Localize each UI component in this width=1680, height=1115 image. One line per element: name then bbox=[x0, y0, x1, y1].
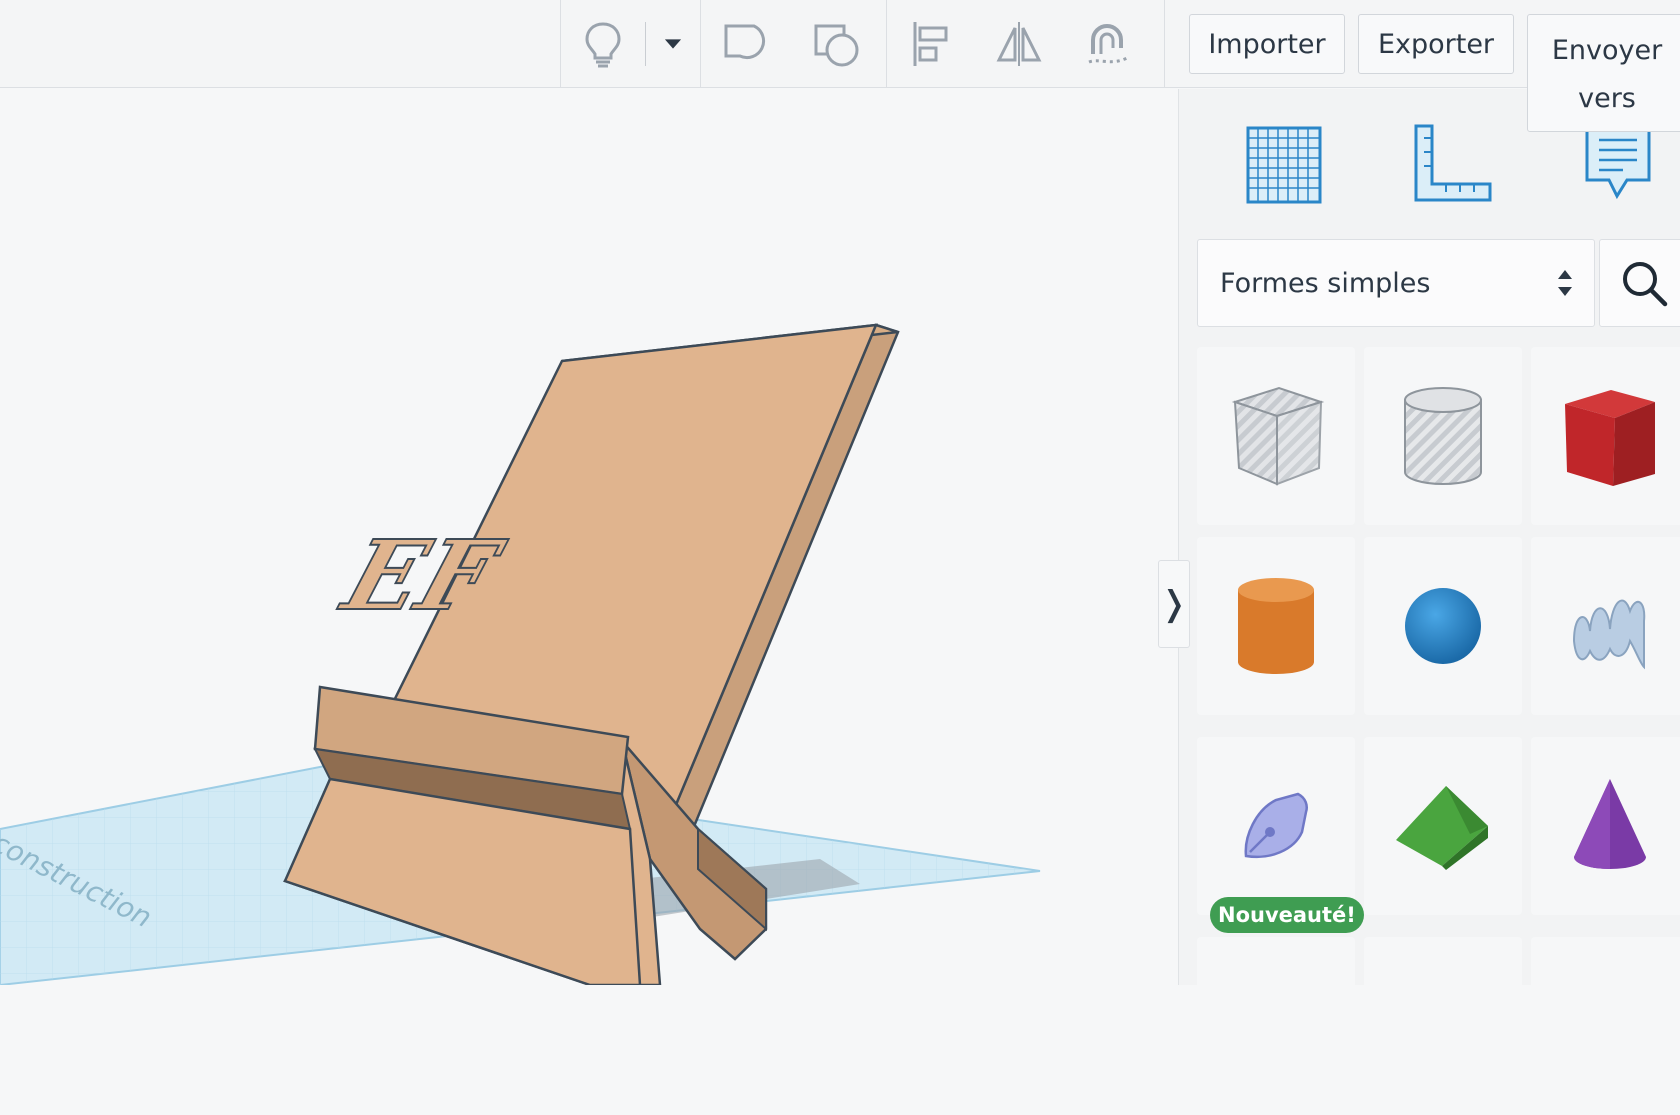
shape-tile-roof[interactable] bbox=[1364, 737, 1522, 915]
shape-tile-box-hole[interactable] bbox=[1197, 347, 1355, 525]
scribble-icon bbox=[1572, 599, 1646, 670]
mirror-button[interactable] bbox=[975, 0, 1063, 88]
shape-category-select[interactable]: Formes simples bbox=[1197, 239, 1595, 327]
magnet-icon bbox=[1088, 24, 1128, 64]
align-icon bbox=[913, 22, 948, 66]
lightbulb-icon bbox=[585, 22, 621, 68]
shape-tile-cylinder-hole[interactable] bbox=[1364, 347, 1522, 525]
notes-icon bbox=[1585, 124, 1651, 200]
shape-tile-cone[interactable] bbox=[1531, 737, 1680, 915]
sphere-icon bbox=[1405, 588, 1481, 664]
hint-dropdown-button[interactable] bbox=[646, 0, 700, 88]
workplane-viewport[interactable]: construction EF bbox=[0, 89, 1178, 985]
cylinder-hole-icon bbox=[1404, 387, 1482, 485]
tool-group-hint bbox=[560, 0, 700, 88]
group-button[interactable] bbox=[701, 0, 791, 88]
import-button[interactable]: Importer bbox=[1189, 14, 1345, 74]
dropdown-chevron-icon bbox=[664, 39, 682, 49]
hint-button[interactable] bbox=[561, 0, 645, 88]
sketch-pen-icon bbox=[1244, 792, 1308, 859]
workplane-grid-button[interactable] bbox=[1229, 114, 1339, 214]
ungroup-icon bbox=[814, 24, 859, 67]
shape-tile-partial-2[interactable] bbox=[1364, 937, 1522, 1115]
shape-tile-partial-3[interactable] bbox=[1531, 937, 1680, 1115]
tool-group-transform bbox=[886, 0, 1151, 88]
shape-category-value: Formes simples bbox=[1220, 267, 1431, 299]
scene-canvas[interactable]: construction EF bbox=[0, 89, 1178, 985]
toolbar-divider bbox=[1164, 0, 1165, 88]
shape-tile-cylinder[interactable] bbox=[1197, 537, 1355, 715]
mirror-icon bbox=[996, 22, 1042, 66]
shapes-panel: Formes simples Nouveauté! bbox=[1178, 89, 1680, 1115]
ungroup-button[interactable] bbox=[791, 0, 881, 88]
export-button[interactable]: Exporter bbox=[1358, 14, 1514, 74]
roof-icon bbox=[1396, 786, 1488, 870]
box-hole-icon bbox=[1231, 386, 1325, 486]
shape-search-button[interactable] bbox=[1599, 239, 1680, 327]
panel-collapse-button[interactable]: ❭ bbox=[1158, 560, 1190, 648]
select-arrows-icon bbox=[1558, 270, 1572, 296]
shape-tile-box[interactable] bbox=[1531, 347, 1680, 525]
snap-button[interactable] bbox=[1063, 0, 1151, 88]
group-icon bbox=[724, 24, 766, 60]
shape-tile-scribble[interactable] bbox=[1531, 537, 1680, 715]
send-to-button[interactable]: Envoyer vers bbox=[1527, 14, 1680, 132]
tool-group-grouping bbox=[700, 0, 881, 88]
box-icon bbox=[1565, 390, 1655, 486]
cone-icon bbox=[1574, 779, 1646, 869]
shape-tile-sphere[interactable] bbox=[1364, 537, 1522, 715]
new-badge: Nouveauté! bbox=[1210, 897, 1364, 933]
ruler-button[interactable] bbox=[1397, 114, 1507, 214]
send-to-label-line2: vers bbox=[1578, 83, 1636, 114]
top-toolbar: Importer Exporter bbox=[0, 0, 1680, 88]
align-button[interactable] bbox=[887, 0, 975, 88]
grid-icon bbox=[1246, 126, 1322, 204]
shape-tile-sketch-pen[interactable]: Nouveauté! bbox=[1197, 737, 1364, 933]
ruler-icon bbox=[1414, 124, 1492, 202]
search-icon bbox=[1623, 262, 1668, 307]
shape-tile-partial-1[interactable] bbox=[1197, 937, 1355, 1115]
send-to-label-line1: Envoyer bbox=[1551, 35, 1663, 66]
cylinder-icon bbox=[1238, 578, 1314, 674]
